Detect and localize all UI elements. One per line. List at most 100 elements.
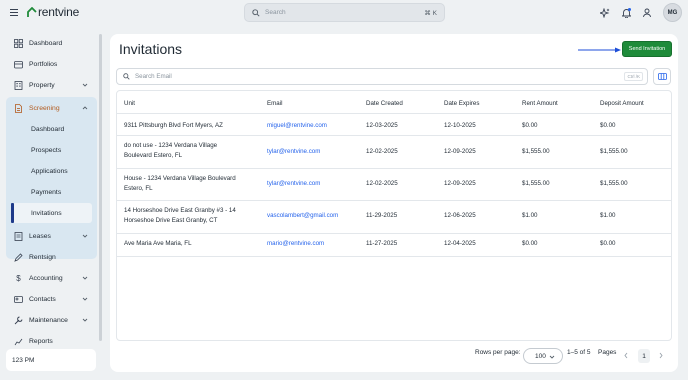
column-header-email[interactable]: Email <box>267 100 282 107</box>
sidebar-item-label: Maintenance <box>29 317 68 324</box>
sidebar-item-maintenance[interactable]: Maintenance <box>6 311 96 330</box>
sidebar-item-contacts[interactable]: Contacts <box>6 290 96 309</box>
column-header-date-created[interactable]: Date Created <box>366 100 403 107</box>
sidebar-subitem-payments[interactable]: Payments <box>31 189 61 196</box>
cell-unit: 9311 Pittsburgh Blvd Fort Myers, AZ <box>124 122 223 129</box>
logo-icon <box>27 6 37 17</box>
cell-unit: 14 Horseshoe Drive East Granby #3 - 14 <box>124 207 236 214</box>
send-invitation-button[interactable]: Send Invitation <box>622 41 672 57</box>
portfolio-icon <box>14 60 23 69</box>
cell-unit-line2: Boulevard Estero, FL <box>124 152 183 159</box>
cell-deposit-amount: $0.00 <box>600 122 616 129</box>
pagination-range: 1–5 of 5 <box>567 349 591 356</box>
dollar-icon: $ <box>16 274 21 283</box>
sidebar-item-label: Property <box>29 82 55 89</box>
sidebar-item-label: Reports <box>29 338 53 345</box>
sidebar-item-accounting[interactable]: $ Accounting <box>6 269 96 288</box>
sparkle-icon[interactable] <box>600 7 610 18</box>
sidebar-subitem-invitations[interactable]: Invitations <box>31 210 62 217</box>
sidebar-item-label: Portfolios <box>29 61 58 68</box>
global-search-input[interactable]: Search ⌘ K <box>244 3 445 22</box>
row-divider <box>117 168 671 169</box>
cell-date-created: 11-29-2025 <box>366 212 398 219</box>
cell-email-link[interactable]: tylar@rentvine.com <box>267 147 320 157</box>
avatar[interactable]: MG <box>663 3 682 22</box>
cell-date-expires: 12-09-2025 <box>444 180 476 187</box>
columns-button[interactable] <box>653 68 671 85</box>
sidebar-item-label: Accounting <box>29 275 63 282</box>
chevron-down-icon <box>82 276 88 280</box>
users-icon[interactable] <box>642 8 652 18</box>
cell-email-link[interactable]: vascolambert@gmail.com <box>267 211 338 221</box>
sidebar-item-label: Contacts <box>29 296 56 303</box>
cell-date-created: 12-02-2025 <box>366 148 398 155</box>
column-header-rent-amount[interactable]: Rent Amount <box>522 100 558 107</box>
top-bar: rentvine Search ⌘ K MG <box>0 0 688 26</box>
sidebar-item-label: Leases <box>29 233 51 240</box>
search-shortcut: ⌘ K <box>424 9 437 17</box>
search-icon <box>123 73 130 80</box>
cell-email-link[interactable]: miguel@rentvine.com <box>267 121 327 131</box>
cell-date-expires: 12-09-2025 <box>444 148 476 155</box>
sidebar-item-label: Screening <box>29 105 60 112</box>
rows-per-page-value: 100 <box>535 352 546 360</box>
cell-rent-amount: $1,555.00 <box>522 148 550 155</box>
row-divider <box>117 135 671 136</box>
cell-date-created: 11-27-2025 <box>366 240 398 247</box>
chevron-right-icon[interactable] <box>658 352 664 359</box>
active-indicator <box>11 203 14 223</box>
cell-unit-line2: Horseshoe Drive East Granby, CT <box>124 217 218 224</box>
pen-icon <box>14 253 23 262</box>
sidebar-item-label: Rentsign <box>29 254 56 261</box>
chevron-down-icon <box>82 83 88 87</box>
wrench-icon <box>14 316 23 325</box>
sidebar-subitem-prospects[interactable]: Prospects <box>31 147 61 154</box>
cell-date-expires: 12-10-2025 <box>444 122 476 129</box>
chevron-down-icon <box>82 297 88 301</box>
rows-per-page-label: Rows per page: <box>475 349 521 356</box>
cell-unit-line2: Estero, FL <box>124 185 153 192</box>
arrow-annotation <box>578 47 621 53</box>
pages-label: Pages <box>598 349 617 356</box>
sidebar-subitem-dashboard[interactable]: Dashboard <box>31 126 64 133</box>
logo[interactable]: rentvine <box>27 5 79 19</box>
sidebar-item-property[interactable]: Property <box>6 76 96 95</box>
sidebar: Dashboard Portfolios Property Screening … <box>6 33 102 346</box>
page-number-button[interactable]: 1 <box>638 349 650 363</box>
cell-rent-amount: $1.00 <box>522 212 538 219</box>
cell-rent-amount: $0.00 <box>522 240 538 247</box>
column-header-deposit-amount[interactable]: Deposit Amount <box>600 100 644 107</box>
cell-unit: Ave Maria Ave Maria, FL <box>124 240 192 247</box>
time-display: 123 PM <box>6 349 96 371</box>
sidebar-item-label: Dashboard <box>29 40 63 47</box>
sidebar-item-leases[interactable]: Leases <box>6 227 96 246</box>
cell-unit: House - 1234 Verdana Village Boulevard <box>124 175 236 182</box>
search-email-placeholder: Search Email <box>135 73 172 80</box>
building-icon <box>14 81 23 90</box>
chevron-down-icon <box>549 355 555 359</box>
row-divider <box>117 233 671 234</box>
search-icon <box>252 8 260 17</box>
cell-unit: do not use - 1234 Verdana Village <box>124 142 218 149</box>
row-divider <box>117 200 671 201</box>
row-divider <box>117 256 671 257</box>
sidebar-subitem-applications[interactable]: Applications <box>31 168 68 175</box>
sidebar-item-rentsign[interactable]: Rentsign <box>6 248 96 267</box>
bell-icon[interactable] <box>621 7 631 18</box>
sidebar-item-dashboard[interactable]: Dashboard <box>6 34 96 53</box>
chevron-left-icon[interactable] <box>623 352 629 359</box>
sidebar-scrollbar[interactable] <box>99 34 102 341</box>
column-header-unit[interactable]: Unit <box>124 100 135 107</box>
sidebar-item-portfolios[interactable]: Portfolios <box>6 55 96 74</box>
top-icons: MG <box>600 3 682 22</box>
cell-rent-amount: $0.00 <box>522 122 538 129</box>
chevron-down-icon <box>82 318 88 322</box>
cell-email-link[interactable]: mario@rentvine.com <box>267 239 324 249</box>
search-email-input[interactable]: Search Email Ctrl /K <box>116 68 648 85</box>
column-header-date-expires[interactable]: Date Expires <box>444 100 479 107</box>
cell-deposit-amount: $1,555.00 <box>600 180 628 187</box>
cell-email-link[interactable]: tylar@rentvine.com <box>267 179 320 189</box>
rows-per-page-select[interactable]: 100 <box>523 348 563 364</box>
sidebar-item-screening[interactable]: Screening <box>6 99 96 118</box>
menu-icon[interactable] <box>10 9 18 16</box>
